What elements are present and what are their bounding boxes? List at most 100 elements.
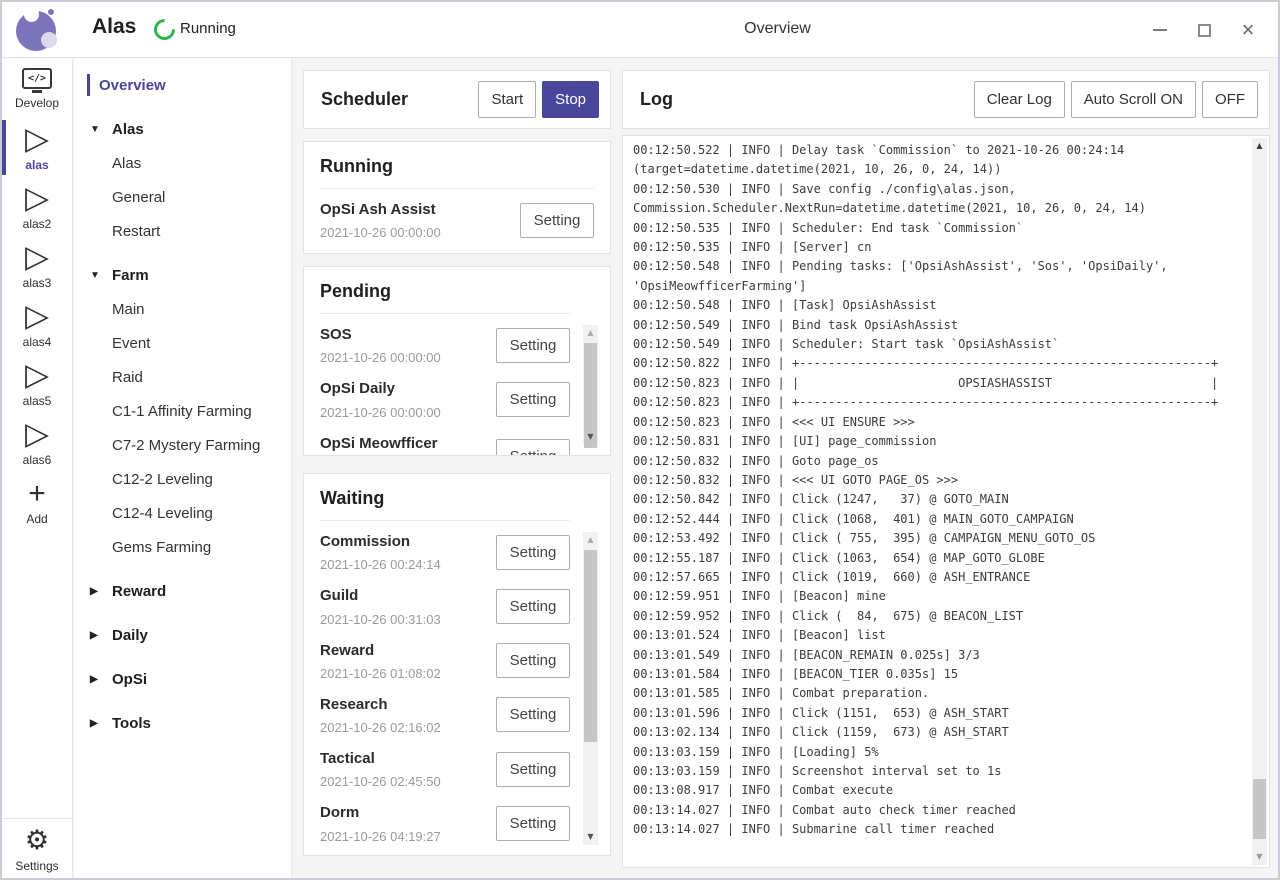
nav-item-gems-farming[interactable]: Gems Farming <box>74 530 291 564</box>
pending-scrollbar[interactable]: ▲ ▼ <box>583 325 598 445</box>
task-name: Tactical <box>320 749 488 769</box>
gear-icon: ⚙ <box>25 825 49 857</box>
log-line: 00:13:14.027 | INFO | Combat auto check … <box>633 801 1245 820</box>
nav-item-label: Raid <box>112 369 143 386</box>
rail-item-add[interactable]: + Add <box>2 472 72 531</box>
start-button[interactable]: Start <box>478 81 536 118</box>
rail-icon: </> <box>22 68 52 89</box>
nav-item-label: Daily <box>112 627 148 644</box>
task-time: 2021-10-26 00:00:00 <box>320 225 488 240</box>
nav-item-farm[interactable]: ▼ Farm <box>74 258 291 292</box>
setting-button[interactable]: Setting <box>496 589 570 624</box>
nav-item-c1-1-affinity-farming[interactable]: C1-1 Affinity Farming <box>74 394 291 428</box>
waiting-scrollbar[interactable]: ▲ ▼ <box>583 532 598 845</box>
scrollbar-thumb[interactable] <box>584 550 597 742</box>
setting-button[interactable]: Setting <box>520 203 594 238</box>
scroll-up-icon[interactable]: ▲ <box>583 532 598 548</box>
nav-item-c7-2-mystery-farming[interactable]: C7-2 Mystery Farming <box>74 428 291 462</box>
close-button[interactable]: × <box>1226 10 1270 50</box>
log-line: 00:12:50.548 | INFO | Pending tasks: ['O… <box>633 257 1245 276</box>
auto-scroll-on-button[interactable]: Auto Scroll ON <box>1071 81 1196 118</box>
log-line: 00:12:52.444 | INFO | Click (1068, 401) … <box>633 510 1245 529</box>
nav-item-restart[interactable]: Restart <box>74 214 291 248</box>
rail-item-develop[interactable]: </> Develop <box>2 59 72 118</box>
setting-button[interactable]: Setting <box>496 328 570 363</box>
nav-item-label: C7-2 Mystery Farming <box>112 437 260 454</box>
setting-button[interactable]: Setting <box>496 382 570 417</box>
rail-icon: ▷ <box>25 301 49 333</box>
log-line: 00:13:03.159 | INFO | Screenshot interva… <box>633 762 1245 781</box>
task-time: 2021-10-26 02:45:50 <box>320 774 488 789</box>
minimize-button[interactable] <box>1138 10 1182 50</box>
nav-item-c12-4-leveling[interactable]: C12-4 Leveling <box>74 496 291 530</box>
scroll-up-icon[interactable]: ▲ <box>583 325 598 341</box>
log-line: 00:12:57.665 | INFO | Click (1019, 660) … <box>633 568 1245 587</box>
nav-item-label: Alas <box>112 121 144 138</box>
scheduler-card: Scheduler Start Stop <box>303 70 611 129</box>
nav-item-opsi[interactable]: ▶ OpSi <box>74 662 291 696</box>
clear-log-button[interactable]: Clear Log <box>974 81 1065 118</box>
rail-item-label: alas3 <box>23 276 52 290</box>
nav-item-label: C1-1 Affinity Farming <box>112 403 252 420</box>
window-controls: × <box>1138 2 1270 58</box>
nav-item-overview[interactable]: Overview <box>74 68 291 102</box>
scroll-down-icon[interactable]: ▼ <box>583 429 598 445</box>
nav-item-label: Alas <box>112 155 141 172</box>
log-line: 00:12:50.549 | INFO | Bind task OpsiAshA… <box>633 316 1245 335</box>
log-scrollbar[interactable]: ▲ ▼ <box>1252 138 1267 865</box>
stop-button[interactable]: Stop <box>542 81 599 118</box>
setting-button[interactable]: Setting <box>496 643 570 678</box>
log-line: 00:13:14.027 | INFO | Submarine call tim… <box>633 820 1245 839</box>
scrollbar-thumb[interactable] <box>1253 779 1266 839</box>
nav-item-label: Reward <box>112 583 166 600</box>
app-window: Alas Running Overview × </> Develop ▷ al… <box>0 0 1280 880</box>
task-name: OpSi Meowfficer Farming <box>320 434 488 457</box>
nav-item-c12-2-leveling[interactable]: C12-2 Leveling <box>74 462 291 496</box>
log-line: 00:12:50.549 | INFO | Scheduler: Start t… <box>633 335 1245 354</box>
nav-item-tools[interactable]: ▶ Tools <box>74 706 291 740</box>
nav-item-raid[interactable]: Raid <box>74 360 291 394</box>
setting-button[interactable]: Setting <box>496 535 570 570</box>
task-row-research: Research 2021-10-26 02:16:02 Setting <box>320 688 570 742</box>
nav-item-event[interactable]: Event <box>74 326 291 360</box>
setting-button[interactable]: Setting <box>496 697 570 732</box>
rail-icon: + <box>28 478 46 510</box>
nav-item-daily[interactable]: ▶ Daily <box>74 618 291 652</box>
scroll-down-icon[interactable]: ▼ <box>583 829 598 845</box>
rail-item-alas5[interactable]: ▷ alas5 <box>2 354 72 413</box>
setting-button[interactable]: Setting <box>496 439 570 456</box>
nav-item-general[interactable]: General <box>74 180 291 214</box>
log-line: 00:13:01.549 | INFO | [BEACON_REMAIN 0.0… <box>633 646 1245 665</box>
log-line: 00:12:50.823 | INFO | | OPSIASHASSIST | <box>633 374 1245 393</box>
rail-item-alas3[interactable]: ▷ alas3 <box>2 236 72 295</box>
rail-item-alas2[interactable]: ▷ alas2 <box>2 177 72 236</box>
nav-item-reward[interactable]: ▶ Reward <box>74 574 291 608</box>
log-panel: 00:12:50.522 | INFO | Delay task `Commis… <box>622 135 1270 868</box>
log-line: 00:13:01.524 | INFO | [Beacon] list <box>633 626 1245 645</box>
scroll-up-icon[interactable]: ▲ <box>1252 138 1267 154</box>
log-line: 00:12:59.951 | INFO | [Beacon] mine <box>633 587 1245 606</box>
log-line: 00:12:50.823 | INFO | <<< UI ENSURE >>> <box>633 413 1245 432</box>
task-row-guild: Guild 2021-10-26 00:31:03 Setting <box>320 579 570 633</box>
maximize-button[interactable] <box>1182 10 1226 50</box>
auto-scroll-off-button[interactable]: OFF <box>1202 81 1258 118</box>
task-row-commission: Commission 2021-10-26 00:24:14 Setting <box>320 525 570 579</box>
nav-item-alas[interactable]: Alas <box>74 146 291 180</box>
rail-icon: ▷ <box>25 183 49 215</box>
log-line: 00:13:01.585 | INFO | Combat preparation… <box>633 684 1245 703</box>
close-icon: × <box>1242 19 1255 41</box>
nav-arrow-icon: ▶ <box>90 718 98 729</box>
pending-section-title: Pending <box>320 281 570 314</box>
rail-item-alas4[interactable]: ▷ alas4 <box>2 295 72 354</box>
rail-item-alas6[interactable]: ▷ alas6 <box>2 413 72 472</box>
nav-item-alas[interactable]: ▼ Alas <box>74 112 291 146</box>
rail-item-alas[interactable]: ▷ alas <box>2 118 72 177</box>
nav-item-main[interactable]: Main <box>74 292 291 326</box>
content-area: Scheduler Start Stop Running OpSi Ash As… <box>292 59 1278 878</box>
task-time: 2021-10-26 01:08:02 <box>320 666 488 681</box>
setting-button[interactable]: Setting <box>496 752 570 787</box>
rail-item-settings[interactable]: ⚙ Settings <box>2 819 72 878</box>
scroll-down-icon[interactable]: ▼ <box>1252 849 1267 865</box>
setting-button[interactable]: Setting <box>496 806 570 841</box>
nav-sidebar: Overview ▼ Alas Alas General Restart <box>74 59 292 878</box>
